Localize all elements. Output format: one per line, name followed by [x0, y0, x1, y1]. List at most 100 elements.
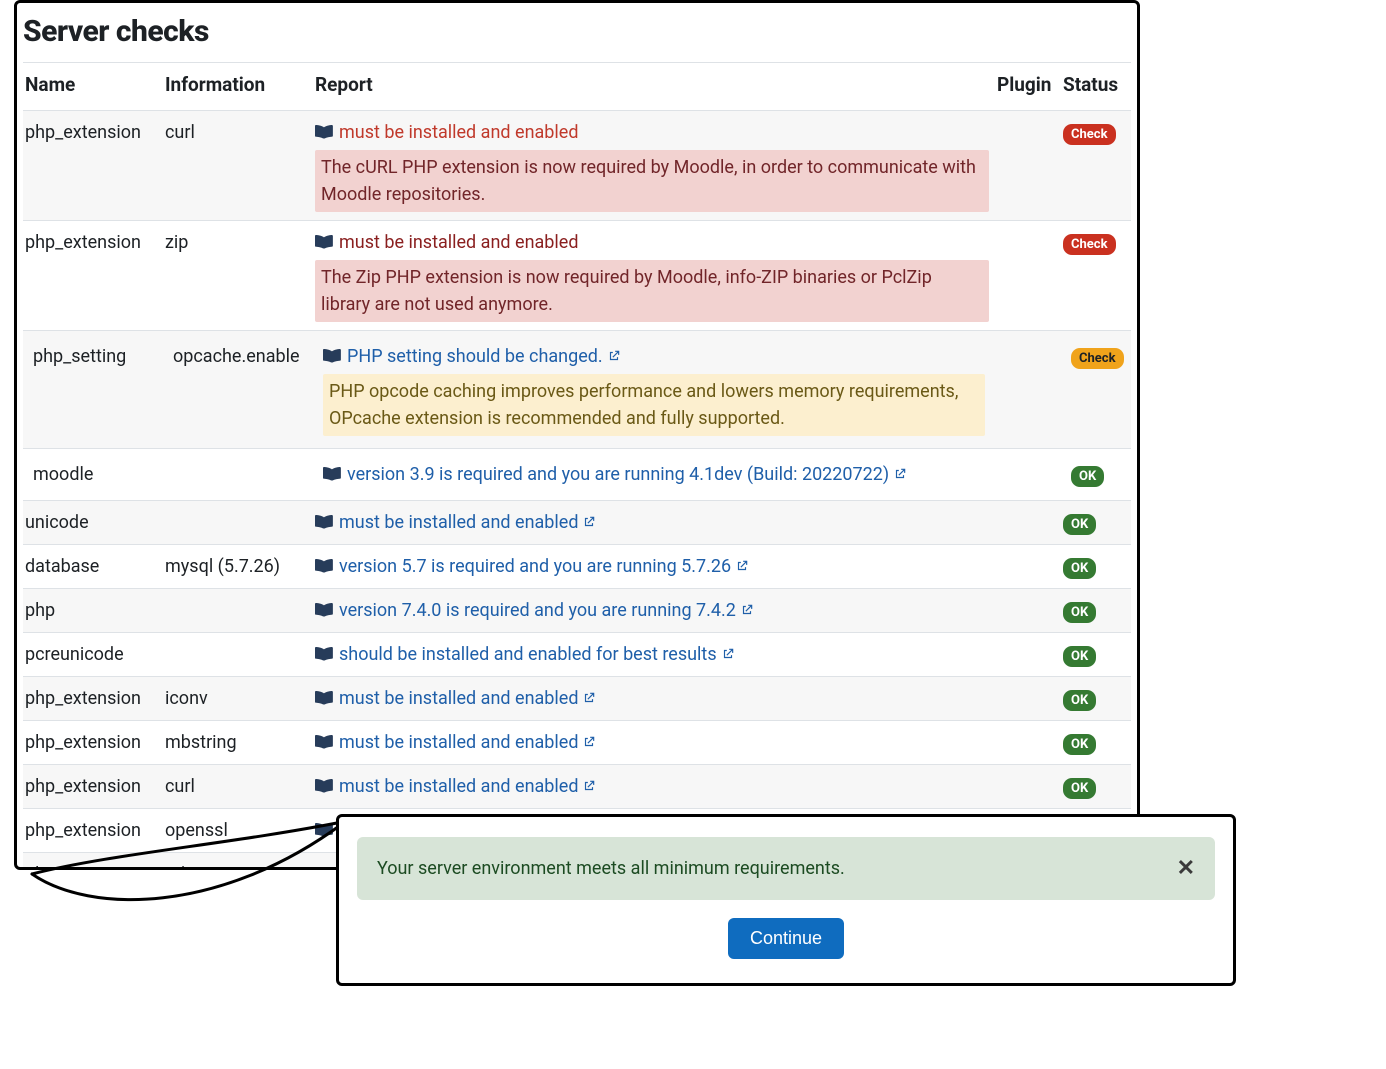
- status-badge: OK: [1063, 646, 1096, 667]
- external-link-icon: [582, 735, 596, 749]
- cell-status: OK: [1061, 448, 1131, 500]
- report-link[interactable]: must be installed and enabled: [339, 773, 596, 800]
- cell-status: OK: [1061, 544, 1131, 588]
- external-link-icon: [735, 559, 749, 573]
- book-icon: [315, 123, 333, 141]
- table-row: php_extension zip must be installed and …: [23, 220, 1131, 330]
- cell-name: php: [23, 588, 163, 632]
- cell-plugin: [995, 448, 1061, 500]
- report-link[interactable]: version 7.4.0 is required and you are ru…: [339, 597, 754, 624]
- cell-plugin: [995, 632, 1061, 676]
- alert-success: Your server environment meets all minimu…: [357, 837, 1215, 900]
- report-message: PHP opcode caching improves performance …: [323, 374, 985, 436]
- book-icon: [315, 233, 333, 251]
- cell-status: Check: [1061, 220, 1131, 330]
- table-row: php_extension curl must be installed and…: [23, 764, 1131, 808]
- report-message: The cURL PHP extension is now required b…: [315, 150, 989, 212]
- cell-report: PHP setting should be changed. PHP opcod…: [313, 330, 995, 448]
- book-icon: [315, 777, 333, 795]
- report-link[interactable]: version 3.9 is required and you are runn…: [347, 461, 907, 488]
- cell-information: opcache.enable: [163, 330, 313, 448]
- book-icon: [315, 689, 333, 707]
- status-badge: OK: [1071, 466, 1104, 487]
- close-icon[interactable]: ✕: [1177, 858, 1195, 880]
- cell-status: OK: [1061, 764, 1131, 808]
- book-icon: [315, 513, 333, 531]
- cell-plugin: [995, 220, 1061, 330]
- cell-information: [163, 588, 313, 632]
- col-report: Report: [313, 63, 995, 111]
- book-icon: [315, 645, 333, 663]
- status-badge: Check: [1063, 234, 1116, 255]
- cell-name: php_setting: [23, 330, 163, 448]
- external-link-icon: [721, 647, 735, 661]
- book-icon: [315, 601, 333, 619]
- cell-name: php_extension: [23, 764, 163, 808]
- book-icon: [315, 821, 333, 839]
- external-link-icon: [740, 603, 754, 617]
- col-information: Information: [163, 63, 313, 111]
- report-link[interactable]: must be installed and enabled: [339, 729, 596, 756]
- status-badge: OK: [1063, 602, 1096, 623]
- table-row: moodle version 3.9 is required and you a…: [23, 448, 1131, 500]
- cell-plugin: [995, 110, 1061, 220]
- cell-status: OK: [1061, 588, 1131, 632]
- cell-plugin: [995, 676, 1061, 720]
- cell-plugin: [995, 544, 1061, 588]
- status-badge: OK: [1063, 558, 1096, 579]
- cell-report: must be installed and enabled: [313, 720, 995, 764]
- external-link-icon: [582, 691, 596, 705]
- col-status: Status: [1061, 63, 1131, 111]
- external-link-icon: [582, 515, 596, 529]
- cell-report: version 5.7 is required and you are runn…: [313, 544, 995, 588]
- book-icon: [323, 465, 341, 483]
- cell-name: unicode: [23, 500, 163, 544]
- cell-information: [163, 632, 313, 676]
- cell-report: should be installed and enabled for best…: [313, 632, 995, 676]
- report-link[interactable]: must be installed and enabled: [339, 229, 578, 256]
- external-link-icon: [893, 467, 907, 481]
- cell-report: must be installed and enabled The Zip PH…: [313, 220, 995, 330]
- table-header-row: Name Information Report Plugin Status: [23, 63, 1131, 111]
- cell-name: database: [23, 544, 163, 588]
- cell-report: must be installed and enabled: [313, 764, 995, 808]
- cell-status: Check: [1061, 330, 1131, 448]
- cell-information: curl: [163, 764, 313, 808]
- table-row: php_extension mbstring must be installed…: [23, 720, 1131, 764]
- cell-information: mysql (5.7.26): [163, 544, 313, 588]
- report-link[interactable]: should be installed and enabled for best…: [339, 641, 735, 668]
- alert-text: Your server environment meets all minimu…: [377, 855, 845, 882]
- cell-name: php_extension: [23, 676, 163, 720]
- external-link-icon: [607, 349, 621, 363]
- external-link-icon: [582, 779, 596, 793]
- report-link[interactable]: must be installed and enabled: [339, 685, 596, 712]
- cell-information: zip: [163, 220, 313, 330]
- cell-information: mbstring: [163, 720, 313, 764]
- cell-name: php_extension: [23, 720, 163, 764]
- table-row: php_extension curl must be installed and…: [23, 110, 1131, 220]
- cell-status: Check: [1061, 110, 1131, 220]
- book-icon: [323, 347, 341, 365]
- cell-name: moodle: [23, 448, 163, 500]
- cell-plugin: [995, 330, 1061, 448]
- report-link[interactable]: must be installed and enabled: [339, 509, 596, 536]
- cell-name: php_extension: [23, 220, 163, 330]
- cell-report: version 7.4.0 is required and you are ru…: [313, 588, 995, 632]
- book-icon: [315, 557, 333, 575]
- status-badge: OK: [1063, 734, 1096, 755]
- cell-name: pcreunicode: [23, 632, 163, 676]
- table-row: php_setting opcache.enable PHP setting s…: [23, 330, 1131, 448]
- table-row: database mysql (5.7.26) version 5.7 is r…: [23, 544, 1131, 588]
- status-badge: Check: [1063, 124, 1116, 145]
- confirmation-overlay: Your server environment meets all minimu…: [336, 814, 1236, 986]
- cell-information: openssl: [163, 808, 313, 852]
- report-link[interactable]: version 5.7 is required and you are runn…: [339, 553, 749, 580]
- cell-information: [163, 500, 313, 544]
- report-link[interactable]: PHP setting should be changed.: [347, 343, 621, 370]
- book-icon: [315, 733, 333, 751]
- cell-plugin: [995, 764, 1061, 808]
- cell-plugin: [995, 588, 1061, 632]
- cell-status: OK: [1061, 720, 1131, 764]
- continue-button[interactable]: Continue: [728, 918, 844, 959]
- report-link[interactable]: must be installed and enabled: [339, 119, 578, 146]
